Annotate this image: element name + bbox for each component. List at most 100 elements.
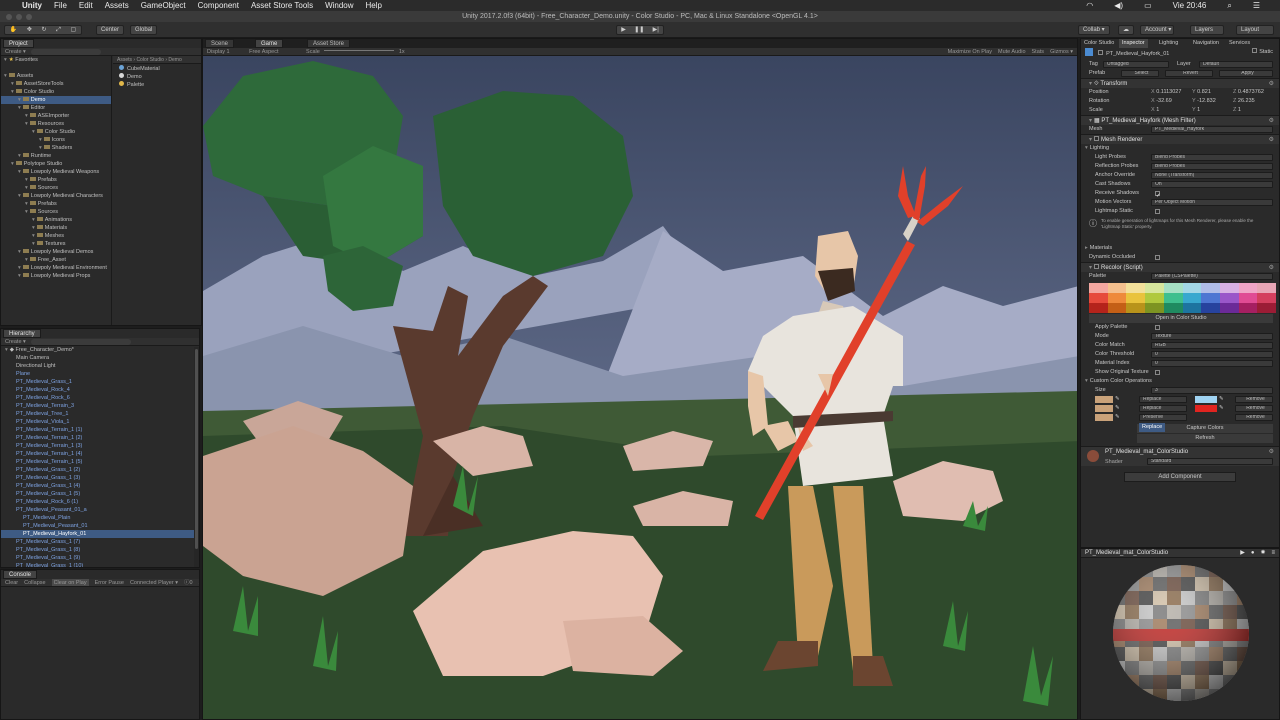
tab-asset-store[interactable]: Asset Store xyxy=(307,39,351,48)
project-search-input[interactable] xyxy=(31,49,101,55)
aspect-dropdown[interactable]: Free Aspect xyxy=(249,49,278,55)
folder-item[interactable]: ▾ Lowpoly Medieval Demos xyxy=(1,248,111,256)
folder-item[interactable]: ▾ Lowpoly Medieval Characters xyxy=(1,192,111,200)
play-icon[interactable]: ▶ xyxy=(621,26,626,34)
expand-icon[interactable]: ▾ xyxy=(4,57,7,63)
palette-swatch[interactable] xyxy=(1182,303,1202,313)
cloud-icon[interactable]: ☁ xyxy=(1118,25,1134,35)
eyedropper-icon[interactable]: ✎ xyxy=(1219,404,1224,413)
scale-slider[interactable] xyxy=(324,50,395,51)
remove-button[interactable]: Remove xyxy=(1235,396,1273,403)
step-icon[interactable]: ▶| xyxy=(653,26,659,34)
expand-icon[interactable]: ▾ xyxy=(18,105,21,111)
eyedropper-icon[interactable]: ✎ xyxy=(1219,395,1224,404)
palette-swatch[interactable] xyxy=(1182,293,1202,303)
palette-swatch[interactable] xyxy=(1219,293,1239,303)
recolor-field[interactable]: 0 xyxy=(1151,351,1273,358)
wifi-icon[interactable]: ◠ xyxy=(1086,1,1093,10)
expand-icon[interactable]: ▾ xyxy=(39,137,42,143)
palette-swatch[interactable] xyxy=(1107,283,1127,293)
transform-y-field[interactable]: Y -12.832 xyxy=(1192,97,1216,106)
hierarchy-item[interactable]: PT_Medieval_Rock_6 (1) xyxy=(1,498,199,506)
palette-swatch[interactable] xyxy=(1145,293,1164,303)
mesh-field[interactable]: PT_Medieval_Hayfork xyxy=(1151,126,1273,133)
palette-swatch[interactable] xyxy=(1089,303,1108,313)
console-collapse-button[interactable]: Collapse xyxy=(24,579,45,586)
tab-console[interactable]: Console xyxy=(3,570,38,579)
preview-light-icon[interactable]: ✸ xyxy=(1260,549,1265,558)
folder-item[interactable]: ▾ Prefabs xyxy=(1,176,111,184)
recolor-checkbox[interactable] xyxy=(1155,370,1160,375)
palette-swatch[interactable] xyxy=(1201,283,1220,293)
menu-component[interactable]: Component xyxy=(198,1,239,10)
folder-item[interactable]: ▾ Resources xyxy=(1,120,111,128)
eyedropper-icon[interactable]: ✎ xyxy=(1115,404,1120,413)
palette-swatch[interactable] xyxy=(1257,303,1276,313)
console-connected-player-dropdown[interactable]: Connected Player ▾ xyxy=(130,579,178,586)
folder-item[interactable]: ▾ Assets xyxy=(1,72,111,80)
transform-x-field[interactable]: X 0.1113027 xyxy=(1151,88,1181,97)
file-item[interactable]: Palette xyxy=(119,81,201,89)
hierarchy-item[interactable]: PT_Medieval_Viola_1 xyxy=(1,418,199,426)
move-tool-icon[interactable]: ✥ xyxy=(27,26,32,34)
palette-swatch[interactable] xyxy=(1238,283,1258,293)
expand-icon[interactable]: ▾ xyxy=(18,249,21,255)
palette-swatch[interactable] xyxy=(1238,293,1258,303)
minimize-window-button[interactable] xyxy=(16,14,22,20)
hierarchy-item[interactable]: PT_Medieval_Terrain_1 (3) xyxy=(1,442,199,450)
palette-swatch[interactable] xyxy=(1257,283,1276,293)
display-dropdown[interactable]: Display 1 xyxy=(207,49,230,55)
transform-y-field[interactable]: Y 1 xyxy=(1192,106,1200,115)
shader-dropdown[interactable]: Standard xyxy=(1147,458,1273,465)
tab-project[interactable]: Project xyxy=(3,39,34,48)
hierarchy-item[interactable]: PT_Medieval_Terrain_1 (1) xyxy=(1,426,199,434)
tag-dropdown[interactable]: Untagged xyxy=(1103,61,1169,68)
expand-icon[interactable]: ▾ xyxy=(25,113,28,119)
search-icon[interactable]: ⌕ xyxy=(1227,1,1231,11)
mesh-renderer-checkbox[interactable]: ✔ xyxy=(1155,191,1161,199)
transform-z-field[interactable]: Z 26.235 xyxy=(1233,97,1255,106)
hierarchy-item[interactable]: Directional Light xyxy=(1,362,199,370)
layout-dropdown[interactable]: Layout xyxy=(1236,25,1274,35)
eyedropper-icon[interactable]: ✎ xyxy=(1115,413,1120,422)
rotate-tool-icon[interactable]: ↻ xyxy=(42,26,47,34)
palette-swatch[interactable] xyxy=(1201,293,1220,303)
expand-icon[interactable]: ▾ xyxy=(25,121,28,127)
operation-mode-dropdown[interactable]: Replace xyxy=(1139,396,1187,403)
active-checkbox[interactable] xyxy=(1097,50,1103,55)
gizmos-dropdown[interactable]: Gizmos ▾ xyxy=(1050,48,1073,56)
menu-help[interactable]: Help xyxy=(366,1,382,10)
pause-icon[interactable]: ❚❚ xyxy=(634,26,644,34)
expand-icon[interactable]: ▾ xyxy=(25,177,28,183)
operation-mode-dropdown[interactable]: Replace xyxy=(1139,405,1187,412)
zoom-window-button[interactable] xyxy=(26,14,32,20)
expand-icon[interactable]: ▾ xyxy=(18,169,21,175)
tab-game[interactable]: Game xyxy=(255,39,284,48)
rect-tool-icon[interactable]: ▢ xyxy=(71,26,77,34)
file-item[interactable]: Demo xyxy=(119,73,201,81)
hierarchy-item[interactable]: PT_Medieval_Terrain_1 (5) xyxy=(1,458,199,466)
expand-icon[interactable]: ▾ xyxy=(25,257,28,263)
palette-swatch[interactable] xyxy=(1126,293,1146,303)
source-color-swatch[interactable] xyxy=(1095,396,1113,403)
expand-icon[interactable]: ▾ xyxy=(11,89,14,95)
hierarchy-scrollbar[interactable] xyxy=(194,347,199,567)
menu-file[interactable]: File xyxy=(54,1,67,10)
palette-swatch[interactable] xyxy=(1107,303,1127,313)
pivot-global-button[interactable]: Global xyxy=(130,25,158,35)
folder-item[interactable]: ▾ Textures xyxy=(1,240,111,248)
palette-swatch[interactable] xyxy=(1238,303,1258,313)
hierarchy-item[interactable]: PT_Medieval_Rock_6 xyxy=(1,394,199,402)
folder-item[interactable]: ▾ Animations xyxy=(1,216,111,224)
folder-item[interactable]: ▾ Icons xyxy=(1,136,111,144)
console-clear-button[interactable]: Clear xyxy=(5,579,18,586)
folder-item[interactable]: ▾ Sources xyxy=(1,184,111,192)
preview-play-icon[interactable]: ▶ xyxy=(1240,549,1245,558)
hierarchy-item[interactable]: Main Camera xyxy=(1,354,199,362)
recolor-field[interactable]: Texture xyxy=(1151,333,1273,340)
object-name-field[interactable]: PT_Medieval_Hayfork_01 xyxy=(1106,51,1169,57)
folder-item[interactable]: ▾ Sources xyxy=(1,208,111,216)
folder-item[interactable]: ▾ Polytope Studio xyxy=(1,160,111,168)
palette-swatch[interactable] xyxy=(1145,303,1164,313)
expand-icon[interactable]: ▾ xyxy=(32,129,35,135)
